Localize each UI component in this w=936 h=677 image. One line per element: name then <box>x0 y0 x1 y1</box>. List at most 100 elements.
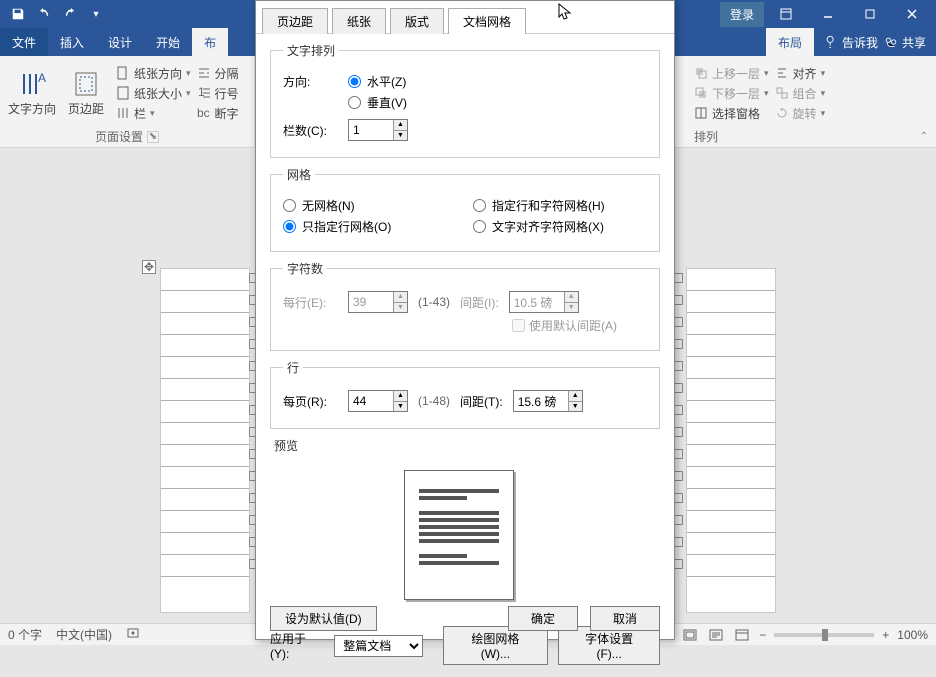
close-button[interactable] <box>892 0 932 28</box>
columns-spin-down[interactable]: ▼ <box>393 131 407 141</box>
direction-horizontal-radio[interactable] <box>348 75 361 88</box>
svg-text:bc: bc <box>197 106 210 120</box>
ok-button[interactable]: 确定 <box>508 606 578 631</box>
page-setup-dialog: 页边距 纸张 版式 文档网格 文字排列 方向: 水平(Z) 垂直(V) 栏数(C… <box>255 0 675 640</box>
apply-to-select[interactable]: 整篇文档 <box>334 635 422 657</box>
zoom-in-button[interactable]: + <box>882 628 889 642</box>
chars-pitch-label: 间距(I): <box>460 294 499 311</box>
chars-pitch-spin-down: ▼ <box>564 303 578 313</box>
dialog-tab-document-grid[interactable]: 文档网格 <box>448 8 526 34</box>
lines-pitch-spin-up[interactable]: ▲ <box>568 391 582 402</box>
breaks-button[interactable]: 分隔 <box>197 65 239 82</box>
drawing-grid-button[interactable]: 绘图网格(W)... <box>443 626 549 665</box>
minimize-button[interactable] <box>808 0 848 28</box>
bring-forward-label: 上移一层 <box>712 65 760 82</box>
text-direction-label: 文字方向 <box>8 100 56 117</box>
grid-none-label: 无网格(N) <box>302 197 355 214</box>
columns-label: 栏 <box>134 105 146 122</box>
web-layout-view-button[interactable] <box>733 627 751 643</box>
direction-vertical-label: 垂直(V) <box>367 94 407 111</box>
ruler-crosshair[interactable]: ✥ <box>142 260 156 274</box>
dialog-tab-margins[interactable]: 页边距 <box>262 8 328 34</box>
dialog-tab-bar: 页边距 纸张 版式 文档网格 <box>256 1 674 34</box>
dialog-tab-paper[interactable]: 纸张 <box>332 8 386 34</box>
chars-legend: 字符数 <box>283 260 327 277</box>
dialog-tab-layout[interactable]: 版式 <box>390 8 444 34</box>
chars-per-line-range: (1-43) <box>418 295 450 309</box>
tab-insert[interactable]: 插入 <box>48 28 96 56</box>
lines-spin-down[interactable]: ▼ <box>393 402 407 412</box>
tab-layout-right[interactable]: 布局 <box>766 28 814 56</box>
direction-vertical-radio[interactable] <box>348 96 361 109</box>
redo-button[interactable] <box>58 2 82 26</box>
lines-per-page-range: (1-48) <box>418 394 450 408</box>
breaks-label: 分隔 <box>215 65 239 82</box>
columns-button[interactable]: 栏▾ <box>116 105 191 122</box>
cancel-button[interactable]: 取消 <box>590 606 660 631</box>
text-arrange-legend: 文字排列 <box>283 42 339 59</box>
language-status[interactable]: 中文(中国) <box>56 626 112 643</box>
set-default-button[interactable]: 设为默认值(D) <box>270 606 377 631</box>
rotate-button: 旋转▾ <box>775 105 826 122</box>
align-label: 对齐 <box>793 65 817 82</box>
maximize-button[interactable] <box>850 0 890 28</box>
collapse-ribbon-button[interactable]: ⌃ <box>920 131 928 142</box>
login-button[interactable]: 登录 <box>720 2 764 27</box>
grid-snap-chars-label: 文字对齐字符网格(X) <box>492 218 604 235</box>
lines-group: 行 每页(R): ▲▼ (1-48) 间距(T): ▲▼ <box>270 359 660 429</box>
chars-spin-down: ▼ <box>393 303 407 313</box>
columns-spin-up[interactable]: ▲ <box>393 120 407 131</box>
margins-button[interactable]: 页边距 <box>62 60 110 126</box>
page-left-gutter <box>160 268 250 613</box>
hyphenation-label: 断字 <box>215 105 239 122</box>
save-button[interactable] <box>6 2 30 26</box>
lines-spin-up[interactable]: ▲ <box>393 391 407 402</box>
size-button[interactable]: 纸张大小▾ <box>116 85 191 102</box>
share-button[interactable]: 共享 <box>884 34 926 51</box>
lines-pitch-spin-down[interactable]: ▼ <box>568 402 582 412</box>
page-setup-dialog-launcher[interactable]: ⬊ <box>147 131 159 143</box>
text-direction-button[interactable]: A 文字方向 <box>8 60 56 126</box>
columns-count-label: 栏数(C): <box>283 122 338 139</box>
grid-none-radio[interactable] <box>283 199 296 212</box>
apply-to-label: 应用于(Y): <box>270 630 324 661</box>
lines-pitch-label: 间距(T): <box>460 393 503 410</box>
grid-lines-only-radio[interactable] <box>283 220 296 233</box>
lines-per-page-label: 每页(R): <box>283 393 338 410</box>
read-mode-view-button[interactable] <box>707 627 725 643</box>
font-settings-button[interactable]: 字体设置(F)... <box>558 626 660 665</box>
grid-group: 网格 无网格(N) 指定行和字符网格(H) 只指定行网格(O) 文字对齐字符网格… <box>270 166 660 252</box>
orientation-button[interactable]: 纸张方向▾ <box>116 65 191 82</box>
tell-me-button[interactable]: 告诉我 <box>824 34 878 51</box>
zoom-level[interactable]: 100% <box>897 628 928 642</box>
preview-page <box>404 470 514 600</box>
grid-lines-chars-radio[interactable] <box>473 199 486 212</box>
ribbon-display-options-button[interactable] <box>766 0 806 28</box>
tab-start[interactable]: 开始 <box>144 28 192 56</box>
send-backward-label: 下移一层 <box>712 85 760 102</box>
hyphenation-button[interactable]: bc 断字 <box>197 105 239 122</box>
macro-record-icon[interactable] <box>126 626 140 643</box>
page-right-gutter <box>686 268 776 613</box>
tab-layout-left[interactable]: 布 <box>192 28 228 56</box>
chars-pitch-spin-up: ▲ <box>564 292 578 303</box>
grid-snap-chars-radio[interactable] <box>473 220 486 233</box>
undo-button[interactable] <box>32 2 56 26</box>
preview-legend: 预览 <box>270 437 302 454</box>
selection-pane-label: 选择窗格 <box>712 105 760 122</box>
grid-legend: 网格 <box>283 166 315 183</box>
tab-file[interactable]: 文件 <box>0 28 48 56</box>
zoom-slider[interactable] <box>774 633 874 637</box>
align-button[interactable]: 对齐▾ <box>775 65 826 82</box>
selection-pane-button[interactable]: 选择窗格 <box>694 105 769 122</box>
page-setup-group-label: 页面设置 <box>95 128 143 145</box>
orientation-label: 纸张方向 <box>134 65 182 82</box>
zoom-out-button[interactable]: − <box>759 628 766 642</box>
tab-design[interactable]: 设计 <box>96 28 144 56</box>
word-count[interactable]: 0 个字 <box>8 626 42 643</box>
grid-lines-only-label: 只指定行网格(O) <box>302 218 391 235</box>
line-numbers-button[interactable]: 1行号 <box>197 85 239 102</box>
qat-customize-button[interactable]: ▾ <box>84 2 108 26</box>
line-numbers-label: 行号 <box>215 85 239 102</box>
print-layout-view-button[interactable] <box>681 627 699 643</box>
